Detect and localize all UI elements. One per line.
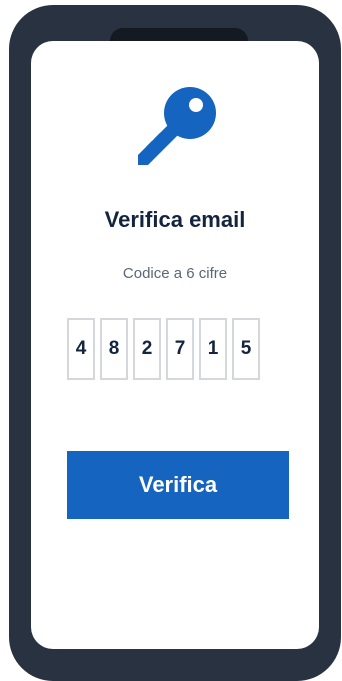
code-digit-3[interactable]: 2 — [133, 318, 161, 380]
code-digit-4[interactable]: 7 — [166, 318, 194, 380]
verify-button[interactable]: Verifica — [67, 451, 289, 519]
code-input-group[interactable]: 4 8 2 7 1 5 — [67, 318, 260, 380]
code-digit-6[interactable]: 5 — [232, 318, 260, 380]
code-digit-2[interactable]: 8 — [100, 318, 128, 380]
phone-screen: Verifica email Codice a 6 cifre 4 8 2 7 … — [31, 41, 319, 649]
code-digit-5[interactable]: 1 — [199, 318, 227, 380]
key-icon — [138, 87, 216, 165]
code-instructions: Codice a 6 cifre — [122, 265, 228, 282]
code-digit-1[interactable]: 4 — [67, 318, 95, 380]
phone-frame: Verifica email Codice a 6 cifre 4 8 2 7 … — [9, 5, 341, 681]
page-title: Verifica email — [104, 207, 246, 232]
